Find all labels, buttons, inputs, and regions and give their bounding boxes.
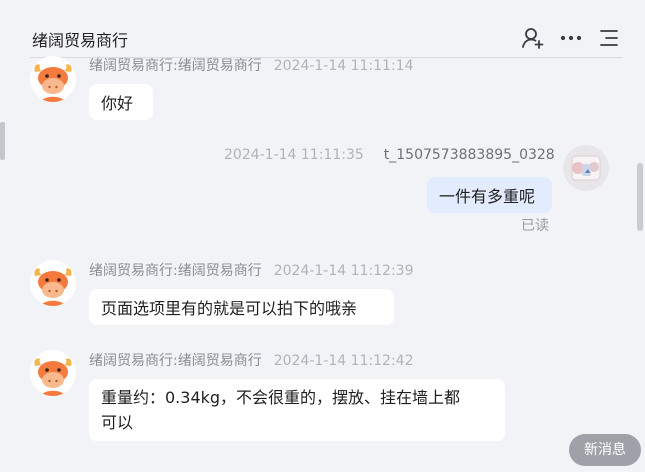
shop-avatar[interactable]: [30, 56, 76, 102]
chat-title: 绪阔贸易商行: [32, 31, 129, 50]
shop-avatar[interactable]: [30, 350, 76, 396]
message-text: 你好: [101, 94, 134, 113]
new-message-button[interactable]: 新消息: [569, 434, 641, 466]
sender-name: 绪阔贸易商行:绪阔贸易商行: [89, 58, 262, 74]
message-text: 一件有多重呢: [439, 187, 536, 206]
user-avatar[interactable]: [563, 145, 609, 191]
message-meta: 绪阔贸易商行:绪阔贸易商行 2024-1-14 11:12:42: [89, 350, 414, 370]
bull-avatar-icon: [30, 56, 76, 102]
message-bubble-mine[interactable]: 一件有多重呢: [427, 177, 552, 213]
message-meta: 绪阔贸易商行:绪阔贸易商行 2024-1-14 11:12:39: [89, 260, 414, 280]
chat-header: 绪阔贸易商行: [0, 0, 645, 58]
message-bubble[interactable]: 重量约：0.34kg，不会很重的，摆放、挂在墙上都 可以: [89, 379, 505, 441]
message-text: 页面选项里有的就是可以拍下的哦亲: [101, 299, 358, 318]
sender-name: 绪阔贸易商行:绪阔贸易商行: [89, 263, 262, 279]
product-photo-avatar-icon: [563, 145, 609, 191]
message-time: 2024-1-14 11:12:39: [273, 263, 414, 279]
left-edge-scroll-indicator[interactable]: [0, 122, 5, 160]
message-meta: 2024-1-14 11:11:35 t_1507573883895_0328: [224, 147, 555, 163]
message-text-line: 重量约：0.34kg，不会很重的，摆放、挂在墙上都: [101, 388, 461, 407]
sender-name: 绪阔贸易商行:绪阔贸易商行: [89, 353, 262, 369]
bull-avatar-icon: [30, 260, 76, 306]
sender-name: t_1507573883895_0328: [383, 147, 555, 163]
bull-avatar-icon: [30, 350, 76, 396]
shop-avatar[interactable]: [30, 260, 76, 306]
message-meta: 绪阔贸易商行:绪阔贸易商行 2024-1-14 11:11:14: [89, 55, 414, 75]
more-icon[interactable]: [559, 26, 583, 50]
message-time: 2024-1-14 11:11:14: [273, 58, 414, 74]
message-text-line: 可以: [101, 413, 134, 432]
scrollbar-thumb[interactable]: [637, 163, 643, 231]
message-time: 2024-1-14 11:11:35: [224, 147, 364, 163]
message-bubble[interactable]: 页面选项里有的就是可以拍下的哦亲: [89, 289, 394, 325]
read-status: 已读: [521, 218, 549, 234]
add-user-icon[interactable]: [521, 26, 545, 50]
message-time: 2024-1-14 11:12:42: [273, 353, 414, 369]
menu-icon[interactable]: [597, 26, 621, 50]
message-bubble[interactable]: 你好: [89, 84, 153, 120]
